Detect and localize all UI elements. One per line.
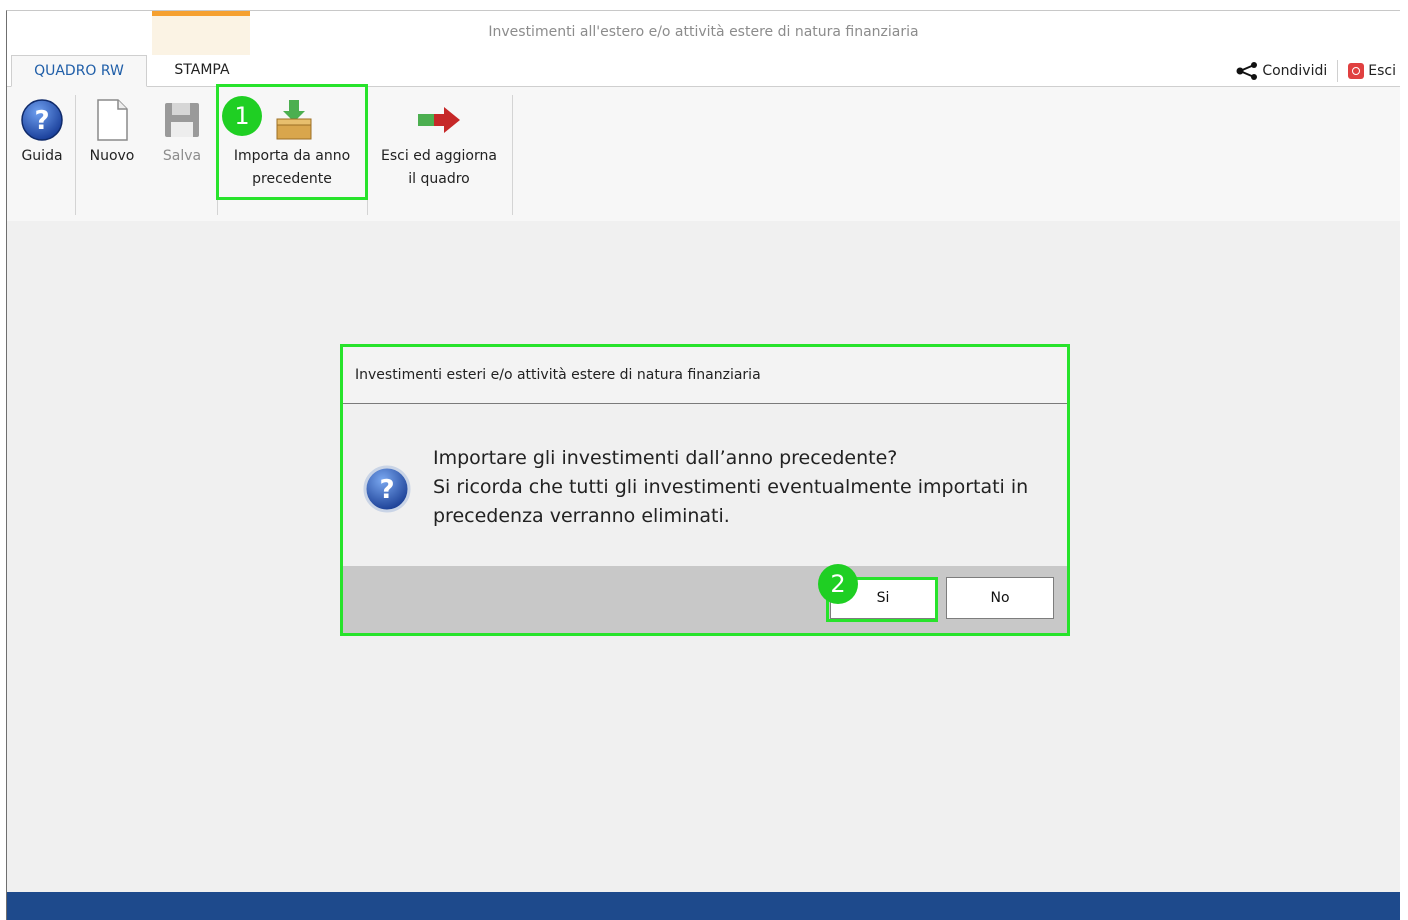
- new-document-icon: [97, 99, 128, 141]
- exit-arrow-icon: [418, 107, 460, 133]
- dialog-message-line1: Importare gli investimenti dall’anno pre…: [433, 447, 898, 469]
- tab-quadro-rw[interactable]: QUADRO RW: [11, 55, 147, 87]
- esci-aggiorna-label-line1: Esci ed aggiorna: [381, 148, 497, 164]
- tab-stampa[interactable]: STAMPA: [157, 55, 247, 87]
- dialog-footer: Si No: [343, 566, 1067, 633]
- nuovo-label: Nuovo: [89, 148, 135, 164]
- save-icon: [165, 103, 199, 137]
- guida-button[interactable]: ? Guida: [11, 95, 73, 168]
- salva-label: Salva: [162, 148, 202, 164]
- nuovo-button[interactable]: Nuovo: [81, 95, 143, 168]
- step2-badge: 2: [818, 564, 858, 604]
- dialog-message-line3: precedenza verranno eliminati.: [433, 505, 730, 527]
- exit-label: Esci: [1368, 63, 1396, 79]
- action-separator: [1337, 60, 1339, 82]
- esci-aggiorna-button[interactable]: Esci ed aggiorna il quadro: [371, 95, 507, 191]
- status-bar: [7, 892, 1400, 920]
- dialog-body: ? Importare gli investimenti dall’anno p…: [343, 404, 1067, 569]
- no-button[interactable]: No: [946, 577, 1054, 619]
- confirm-dialog: Investimenti esteri e/o attività estere …: [340, 344, 1070, 636]
- ribbon-separator: [512, 95, 513, 215]
- guida-label: Guida: [21, 148, 63, 164]
- dialog-message-line2: Si ricorda che tutti gli investimenti ev…: [433, 476, 1029, 498]
- salva-button[interactable]: Salva: [151, 95, 213, 168]
- dialog-title: Investimenti esteri e/o attività estere …: [343, 347, 1067, 404]
- svg-text:?: ?: [379, 475, 394, 505]
- step1-badge: 1: [222, 96, 262, 136]
- ribbon-tabs: QUADRO RW STAMPA: [7, 55, 1400, 87]
- top-right-actions: Condividi Esci: [1236, 59, 1396, 83]
- share-icon: [1236, 62, 1258, 80]
- share-label: Condividi: [1262, 63, 1328, 79]
- share-button[interactable]: Condividi: [1236, 59, 1327, 83]
- dialog-message: Importare gli investimenti dall’anno pre…: [433, 444, 1028, 531]
- ribbon-separator: [75, 95, 76, 215]
- esci-aggiorna-label-line2: il quadro: [408, 171, 470, 187]
- question-icon: ?: [363, 465, 411, 513]
- power-icon: [1348, 63, 1365, 79]
- help-icon: ?: [21, 99, 63, 141]
- svg-text:?: ?: [34, 106, 49, 136]
- exit-button[interactable]: Esci: [1348, 59, 1396, 83]
